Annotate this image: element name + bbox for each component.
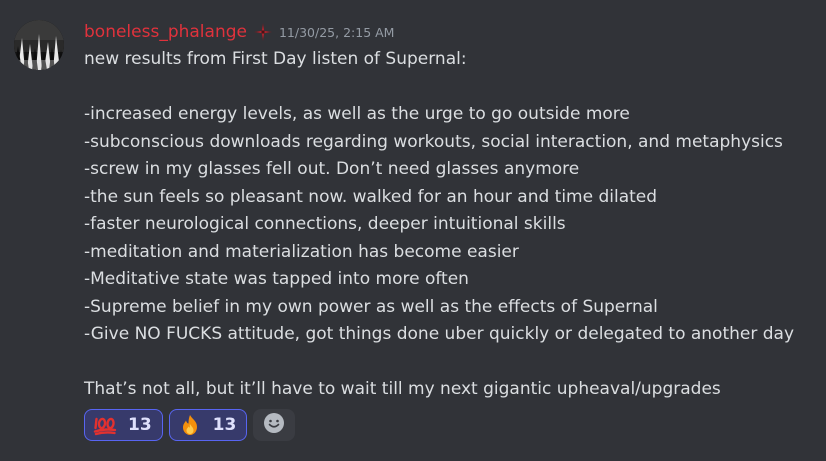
- chat-message: boneless_phalange 11/30/25, 2:15 AM new …: [0, 0, 826, 461]
- dark-forest-avatar-icon: [14, 20, 64, 70]
- avatar[interactable]: [14, 20, 64, 70]
- message-line: new results from First Day listen of Sup…: [84, 49, 467, 69]
- message-line: -Give NO FUCKS attitude, got things done…: [84, 324, 795, 344]
- reactions-bar: 13 13: [84, 409, 296, 441]
- add-reaction-button[interactable]: [253, 409, 296, 441]
- message-line: -screw in my glasses fell out. Don’t nee…: [84, 159, 580, 179]
- username[interactable]: boneless_phalange: [84, 22, 247, 42]
- message-line: -Meditative state was tapped into more o…: [84, 269, 469, 289]
- message-line: [84, 349, 814, 377]
- message-line: -the sun feels so pleasant now. walked f…: [84, 186, 658, 207]
- message-line: -meditation and materialization has beco…: [84, 241, 519, 262]
- timestamp: 11/30/25, 2:15 AM: [278, 24, 395, 40]
- smiley-add-reaction-icon: [263, 412, 285, 438]
- message-line: [84, 74, 814, 102]
- reaction-count: 13: [128, 415, 152, 435]
- reaction-count: 13: [212, 415, 237, 435]
- message-line: -faster neurological connections, deeper…: [84, 214, 566, 234]
- reaction-fire[interactable]: 13: [168, 409, 248, 441]
- message-line: That’s not all, but it’ll have to wait t…: [84, 379, 721, 399]
- message-header: boneless_phalange 11/30/25, 2:15 AM: [84, 20, 394, 44]
- message-line: -Supreme belief in my own power as well …: [84, 296, 658, 317]
- message-content: new results from First Day listen of Sup…: [84, 46, 814, 404]
- fire-icon: [178, 413, 202, 437]
- message-line: -subconscious downloads regarding workou…: [84, 131, 783, 152]
- hundred-points-icon: [93, 413, 117, 437]
- red-cross-role-icon[interactable]: [253, 22, 273, 42]
- message-line: -increased energy levels, as well as the…: [84, 104, 630, 124]
- reaction-hundred-points[interactable]: 13: [84, 409, 163, 441]
